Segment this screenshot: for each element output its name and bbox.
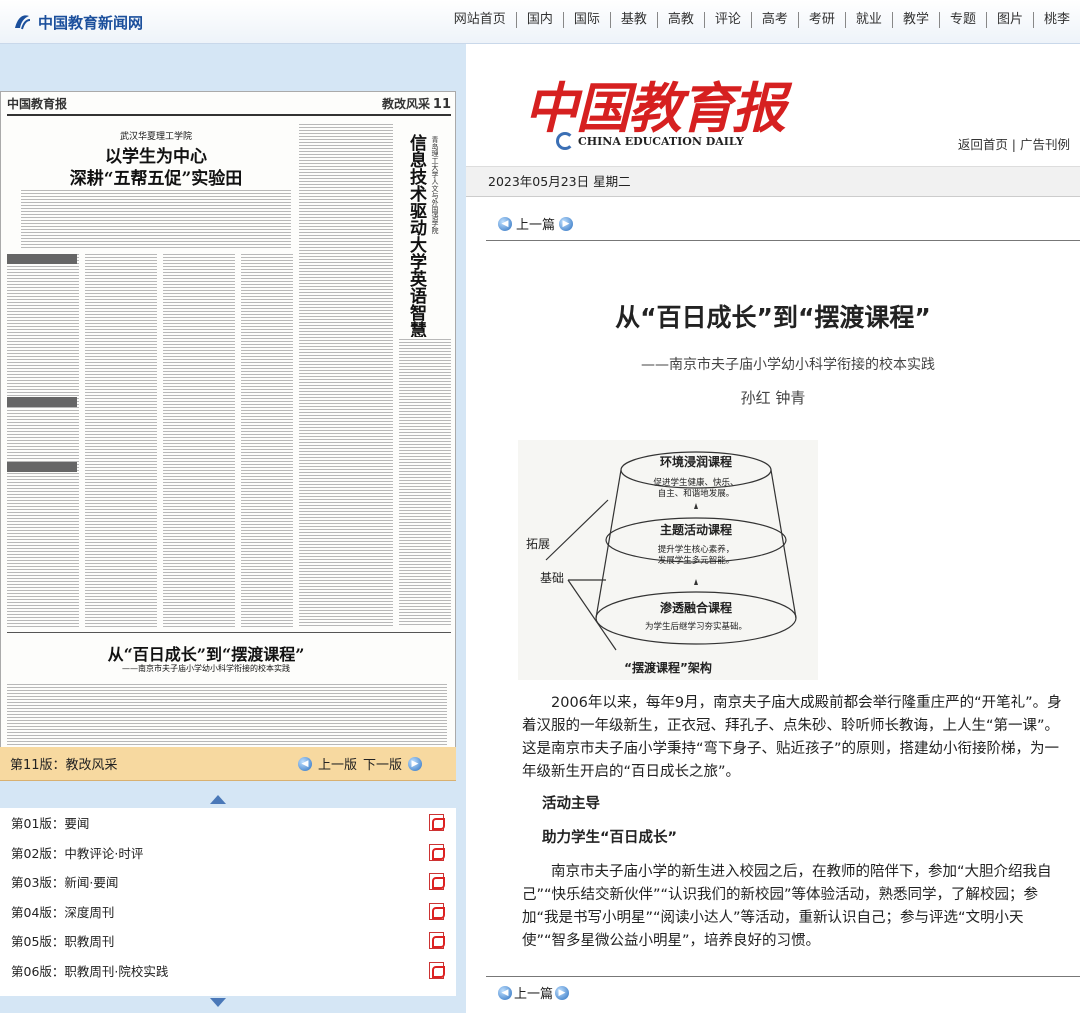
- thumb-section: 教改风采 11: [382, 97, 451, 112]
- thumb-subhead-bar: [7, 254, 77, 264]
- fig-label-base: 基础: [540, 571, 564, 585]
- thumb-kicker-1: 武汉华夏理工学院: [119, 132, 192, 142]
- nav-item-international[interactable]: 国际: [562, 12, 610, 28]
- prev-page-link[interactable]: 上一版: [318, 754, 357, 773]
- divider: [486, 976, 1080, 977]
- article-title: 从“百日成长”到“摆渡课程”: [615, 303, 931, 332]
- prev-article-top[interactable]: ◀ 上一篇 ▶: [498, 214, 574, 233]
- prev-article-link[interactable]: 上一篇: [514, 983, 553, 1002]
- site-logo-icon: [15, 15, 31, 30]
- thumb-side-kicker: 青岛理工大学人文与外国语学院: [431, 136, 439, 234]
- scroll-up-icon[interactable]: [210, 795, 226, 804]
- current-issue-label: 第11版：教改风采: [10, 758, 118, 773]
- divider: [486, 240, 1080, 241]
- prev-article-icon[interactable]: ◀: [498, 985, 512, 1000]
- article-subtitle: ——南京市夫子庙小学幼小科学衔接的校本实践: [641, 357, 935, 373]
- current-issue-bar: 第11版：教改风采 ◀ 上一版 下一版 ▶: [0, 747, 456, 781]
- thumb-text-block: [163, 252, 235, 627]
- ced-logo-icon: [556, 132, 574, 150]
- thumb-subhead-bar: [7, 462, 77, 472]
- nav-item-taoli[interactable]: 桃李: [1032, 12, 1080, 28]
- next-page-link[interactable]: 下一版: [363, 754, 402, 773]
- article-heading: 助力学生“百日成长”: [542, 830, 678, 846]
- nav-item-topics[interactable]: 专题: [938, 12, 986, 28]
- page-list-item[interactable]: 第03版：新闻·要闻: [0, 867, 456, 897]
- page-list-item[interactable]: 第04版：深度周刊: [0, 897, 456, 927]
- nav-item-kaoyan[interactable]: 考研: [797, 12, 845, 28]
- fig-mid-title: 主题活动课程: [660, 522, 732, 537]
- article-panel: 中国教育报 CHINA EDUCATION DAILY 返回首页 | 广告刊例 …: [466, 44, 1080, 1013]
- article-paragraph: 南京市夫子庙小学的新生进入校园之后，在教师的陪伴下，参加“大胆介绍我自己”“快乐…: [522, 864, 1052, 949]
- english-name: CHINA EDUCATION DAILY: [556, 132, 744, 150]
- top-bar: 中国教育新闻网 网站首页 国内 国际 基教 高教 评论 高考 考研 就业 教学 …: [0, 0, 1080, 44]
- fig-label-expand: 拓展: [526, 537, 550, 551]
- nav-item-basic-edu[interactable]: 基教: [609, 12, 657, 28]
- fig-mid-text: 提升学生核心素养，发展学生多元智能。: [658, 544, 735, 566]
- thumb-headline-2-sub: ——南京市夫子庙小学幼小科学衔接的校本实践: [122, 664, 290, 673]
- article-author: 孙红 钟青: [740, 389, 806, 407]
- next-article-icon[interactable]: ▶: [555, 985, 570, 1000]
- thumb-divider: [7, 632, 451, 633]
- issue-date: 2023年05月23日 星期二: [466, 166, 1080, 197]
- thumb-text-block: [241, 252, 293, 627]
- site-logo[interactable]: 中国教育新闻网: [12, 10, 143, 34]
- next-page-icon[interactable]: ▶: [408, 756, 422, 771]
- prev-article-bottom[interactable]: ◀ 上一篇 ▶: [498, 983, 570, 1002]
- thumb-text-block: [299, 122, 393, 627]
- pdf-icon[interactable]: [429, 843, 445, 861]
- article-figure: 环境浸润课程 促进学生健康、快乐、自主、和谐地发展。 主题活动课程 提升学生核心…: [518, 440, 818, 680]
- ferry-course-diagram: 环境浸润课程 促进学生健康、快乐、自主、和谐地发展。 主题活动课程 提升学生核心…: [526, 451, 797, 675]
- pdf-icon[interactable]: [429, 932, 445, 950]
- fig-bot-text: 为学生后继学习夯实基础。: [645, 621, 747, 632]
- nav-item-teaching[interactable]: 教学: [891, 12, 939, 28]
- pdf-icon[interactable]: [429, 961, 445, 979]
- thumb-headline-1b: 深耕“五帮五促”实验田: [69, 169, 243, 189]
- page-list-item[interactable]: 第02版：中教评论·时评: [0, 838, 456, 868]
- fig-caption: “摆渡课程”架构: [624, 660, 712, 675]
- page-list-item[interactable]: 第01版：要闻: [0, 808, 456, 838]
- nav-item-pictures[interactable]: 图片: [985, 12, 1033, 28]
- nav-item-domestic[interactable]: 国内: [515, 12, 563, 28]
- page-list-item[interactable]: 第06版：职教周刊·院校实践: [0, 956, 456, 986]
- prev-article-link[interactable]: 上一篇: [516, 214, 555, 233]
- page-list-item[interactable]: 第05版：职教周刊: [0, 926, 456, 956]
- pdf-icon[interactable]: [429, 873, 445, 891]
- page-list: 第01版：要闻 第02版：中教评论·时评 第03版：新闻·要闻 第04版：深度周…: [0, 808, 456, 996]
- top-nav: 网站首页 国内 国际 基教 高教 评论 高考 考研 就业 教学 专题 图片 桃李: [444, 12, 1080, 28]
- article-paragraph: 2006年以来，每年9月，南京夫子庙大成殿前都会举行隆重庄严的“开笔礼”。身着汉…: [522, 695, 1062, 780]
- pdf-icon[interactable]: [429, 902, 445, 920]
- thumb-text-block: [7, 252, 79, 627]
- prev-page-icon[interactable]: ◀: [297, 756, 312, 771]
- site-logo-text: 中国教育新闻网: [38, 13, 144, 32]
- page-thumbnail[interactable]: 中国教育报 教改风采 11 武汉华夏理工学院 以学生为中心 深耕“五帮五促”实验…: [0, 91, 456, 781]
- fig-top-title: 环境浸润课程: [660, 454, 732, 469]
- thumb-headline-2: 从“百日成长”到“摆渡课程”: [107, 645, 305, 664]
- article-body: 2006年以来，每年9月，南京夫子庙大成殿前都会举行隆重庄严的“开笔礼”。身着汉…: [522, 692, 1062, 962]
- thumb-header: 中国教育报 教改风采 11: [7, 96, 451, 116]
- thumb-subhead-bar: [7, 397, 77, 407]
- issue-pager: ◀ 上一版 下一版 ▶: [297, 754, 422, 773]
- thumb-text-block: [21, 188, 291, 248]
- thumb-masthead: 中国教育报: [7, 97, 68, 111]
- prev-article-icon[interactable]: ◀: [498, 216, 512, 231]
- nav-item-higher-edu[interactable]: 高教: [656, 12, 704, 28]
- header-links[interactable]: 返回首页 | 广告刊例: [958, 134, 1070, 153]
- thumb-text-block: [399, 337, 451, 627]
- nav-item-employment[interactable]: 就业: [844, 12, 892, 28]
- next-article-icon[interactable]: ▶: [559, 216, 574, 231]
- fig-bot-title: 渗透融合课程: [660, 600, 732, 615]
- thumb-text-block: [85, 252, 157, 627]
- nav-item-gaokao[interactable]: 高考: [750, 12, 798, 28]
- nav-item-home[interactable]: 网站首页: [444, 12, 516, 28]
- article-heading: 活动主导: [542, 796, 600, 812]
- nav-item-commentary[interactable]: 评论: [703, 12, 751, 28]
- pdf-icon[interactable]: [429, 814, 445, 832]
- left-panel: 中国教育报 教改风采 11 武汉华夏理工学院 以学生为中心 深耕“五帮五促”实验…: [0, 44, 466, 1013]
- scroll-down-icon[interactable]: [210, 998, 226, 1007]
